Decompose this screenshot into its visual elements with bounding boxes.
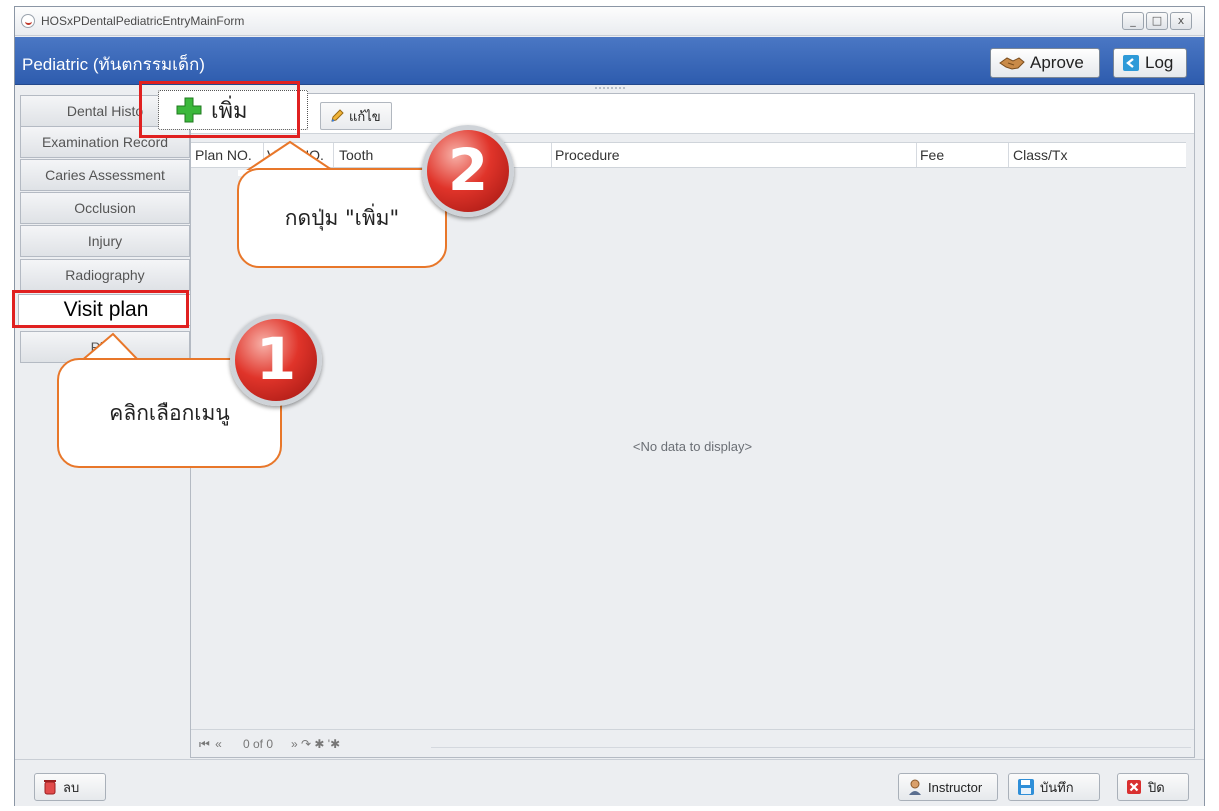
screenshot-stage: HOSxPDentalPediatricEntryMainForm _ □ x … [0, 0, 1219, 811]
step-2-callout-text: กดปุ่ม "เพิ่ม" [284, 205, 400, 230]
step-1-callout-text: คลิกเลือกเมนู [109, 400, 230, 425]
step-2-badge: 2 [422, 125, 514, 217]
step-1-badge: 1 [230, 314, 322, 406]
step-2-callout: กดปุ่ม "เพิ่ม" [237, 168, 447, 268]
